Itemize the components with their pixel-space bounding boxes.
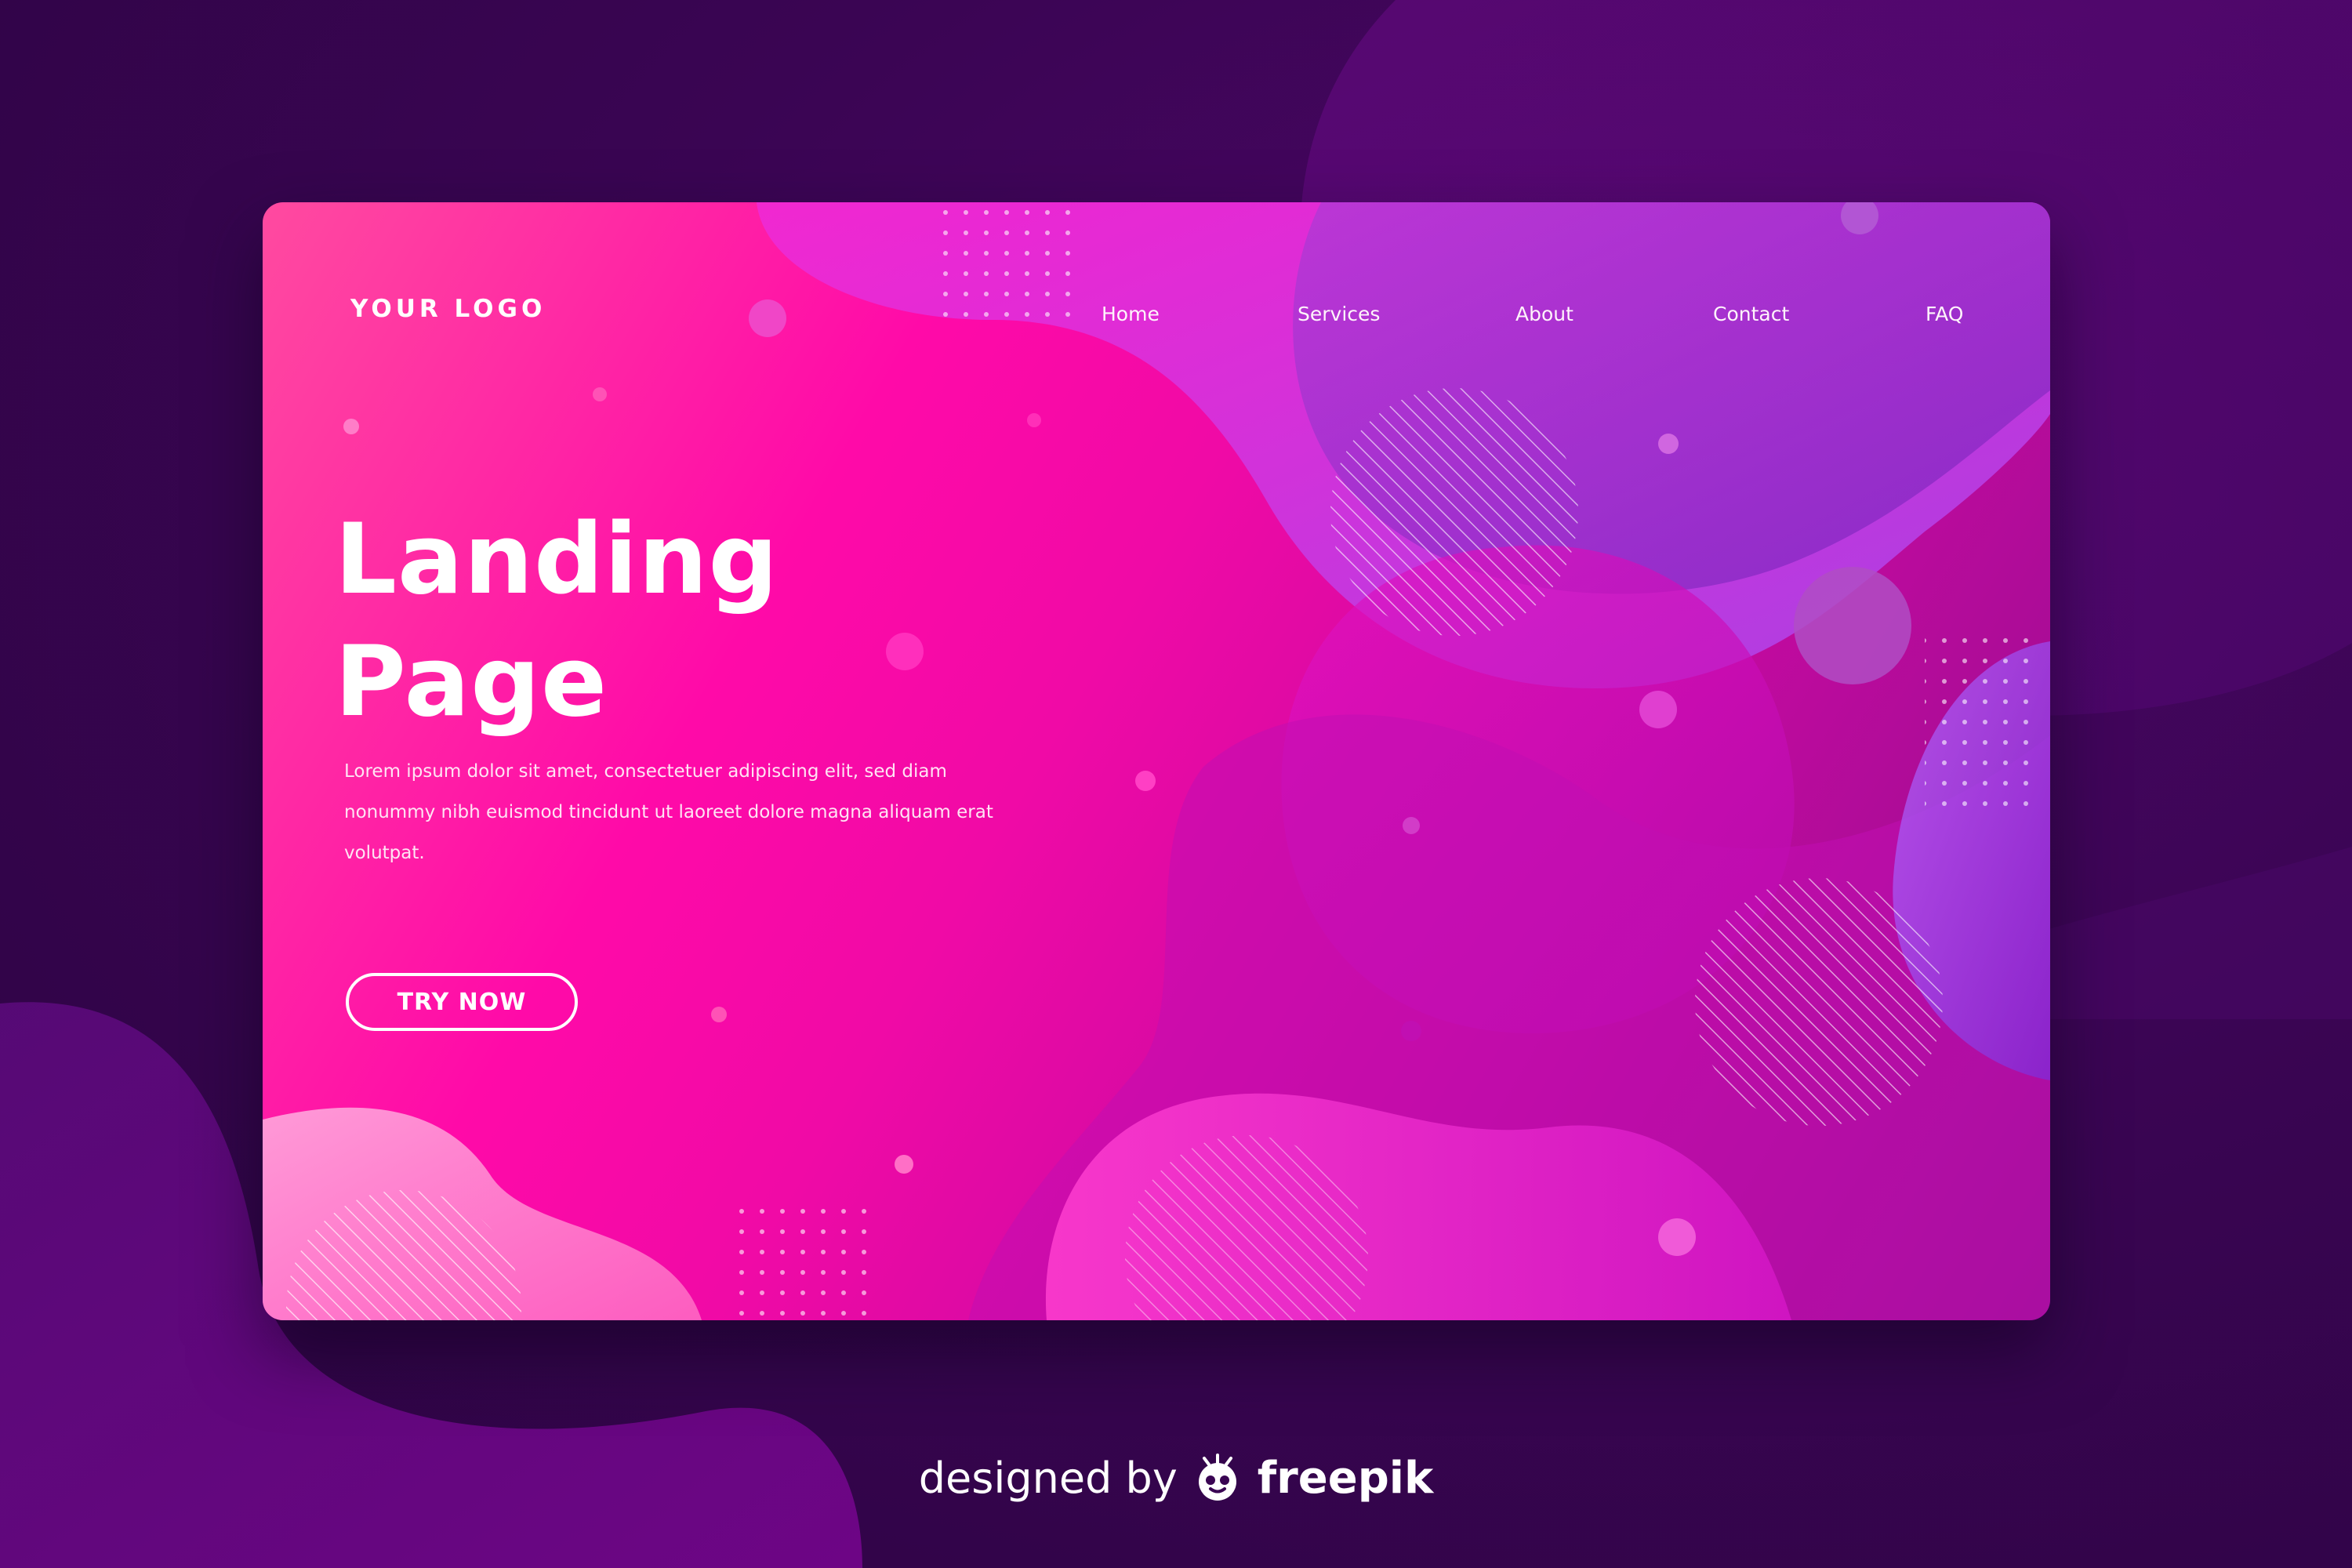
freepik-logo-icon	[1198, 1454, 1236, 1501]
hero-description: Lorem ipsum dolor sit amet, consectetuer…	[344, 761, 993, 863]
credit-prefix: designed by	[918, 1453, 1178, 1503]
nav-about[interactable]: About	[1515, 303, 1573, 325]
credit-brand[interactable]: freepik	[1258, 1453, 1433, 1504]
try-now-button[interactable]: TRY NOW	[346, 973, 578, 1031]
hero-title: Landing Page	[335, 499, 779, 743]
nav-home[interactable]: Home	[1102, 303, 1160, 325]
designer-credit: designed by freepik	[0, 1443, 2352, 1513]
nav-contact[interactable]: Contact	[1713, 303, 1789, 325]
hero-title-line-1: Landing	[335, 503, 779, 616]
top-nav: Home Services About Contact FAQ	[263, 303, 2050, 334]
nav-services[interactable]: Services	[1298, 303, 1380, 325]
nav-faq[interactable]: FAQ	[1926, 303, 1963, 325]
landing-card: YOUR LOGO Home Services About Contact FA…	[263, 202, 2050, 1320]
hero-title-line-2: Page	[335, 626, 608, 739]
